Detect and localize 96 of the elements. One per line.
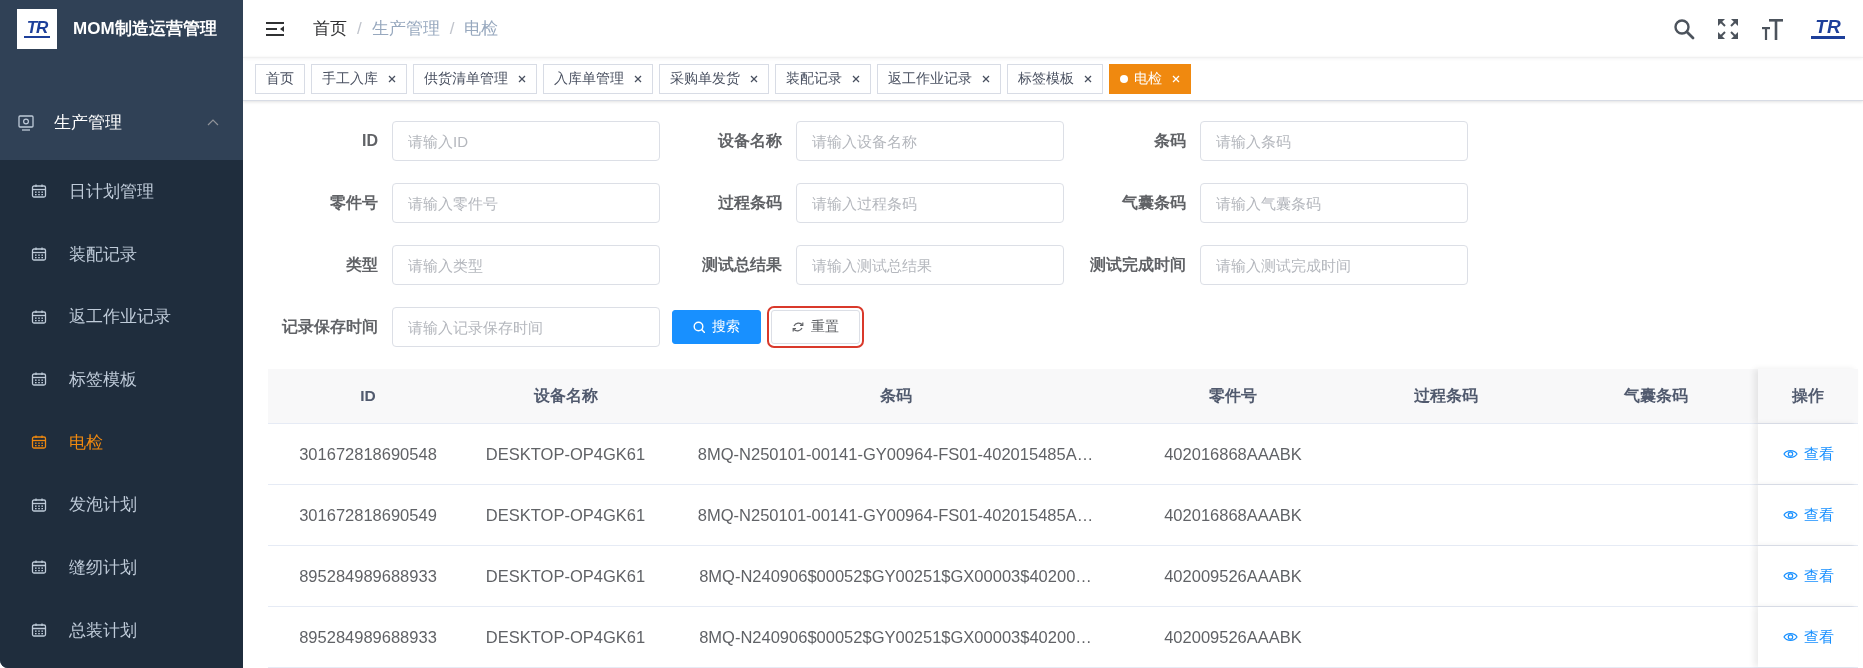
sidebar-item[interactable]: 装配记录 <box>0 222 243 286</box>
table-cell-text: 301672818690548 <box>298 443 438 465</box>
table-cell-text: 402009526AAABK <box>1163 626 1303 648</box>
column-header: 过程条码 <box>1413 385 1478 406</box>
close-icon[interactable] <box>750 75 758 83</box>
sidebar-item[interactable]: 发泡计划 <box>0 473 243 537</box>
calendar-icon <box>31 559 47 576</box>
input-field[interactable]: 请输入过程条码 <box>796 183 1064 223</box>
input-field[interactable]: 请输入测试总结果 <box>796 245 1064 285</box>
eye-icon <box>1782 448 1798 460</box>
page-tab[interactable]: 返工作业记录 <box>877 64 1001 94</box>
logo-stripe-icon <box>1811 35 1845 39</box>
field-label: 条码 <box>1153 130 1186 151</box>
column-header: 零件号 <box>1209 385 1257 406</box>
field-label: 类型 <box>345 254 378 275</box>
table-cell-text: 8MQ-N240906$00052$GY00251$GX00003$40200… <box>698 626 1093 648</box>
search-icon <box>693 321 705 333</box>
input-field[interactable]: 请输入设备名称 <box>796 121 1064 161</box>
logo: TR <box>1811 18 1845 39</box>
table-cell-text: 402009526AAABK <box>1163 565 1303 587</box>
input-field[interactable]: 请输入零件号 <box>392 183 660 223</box>
field-label: 过程条码 <box>717 192 782 213</box>
close-icon[interactable] <box>388 75 396 83</box>
logo: TR <box>17 8 57 49</box>
close-icon[interactable] <box>852 75 860 83</box>
table-cell-text: DESKTOP-OP4GK61 <box>484 565 647 587</box>
app-title: MOM制造运营管理 <box>73 18 217 40</box>
field-label: 记录保存时间 <box>280 316 378 337</box>
page-tab[interactable]: 标签模板 <box>1007 64 1103 94</box>
input-field[interactable]: 请输入类型 <box>392 245 660 285</box>
page-tab[interactable]: 采购单发货 <box>659 64 769 94</box>
sidebar-item[interactable]: 返工作业记录 <box>0 285 243 349</box>
refresh-icon <box>792 321 804 333</box>
calendar-icon <box>31 496 47 513</box>
menu-icon[interactable] <box>265 20 285 37</box>
table-cell-text: 402016868AAABK <box>1163 443 1303 465</box>
page-tab[interactable]: 入库单管理 <box>543 64 653 94</box>
page-tab[interactable]: 首页 <box>255 64 305 94</box>
eye-icon <box>1782 509 1798 521</box>
table-cell-text: 8MQ-N250101-00141-GY00964-FS01-402015485A… <box>696 504 1095 526</box>
monitor-gear-icon <box>18 114 34 131</box>
font-size-icon[interactable] <box>1761 17 1783 40</box>
table-cell-text: 895284989688933 <box>298 626 438 648</box>
search-icon[interactable] <box>1673 17 1695 40</box>
calendar-icon <box>31 622 47 639</box>
breadcrumb-link[interactable]: 首页 <box>313 17 347 40</box>
sidebar-item[interactable]: 标签模板 <box>0 348 243 411</box>
breadcrumb-separator: / <box>357 18 362 39</box>
calendar-icon <box>31 308 47 325</box>
input-field[interactable]: 请输入气囊条码 <box>1200 183 1468 223</box>
field-label: 气囊条码 <box>1121 192 1186 213</box>
field-label: ID <box>361 132 378 150</box>
calendar-icon <box>31 183 47 200</box>
table-cell-text: 8MQ-N250101-00141-GY00964-FS01-402015485A… <box>696 443 1095 465</box>
column-header: 条码 <box>879 385 912 406</box>
close-icon[interactable] <box>634 75 642 83</box>
input-field[interactable]: 请输入记录保存时间 <box>392 307 660 347</box>
field-label: 设备名称 <box>716 130 782 151</box>
table-cell-text: 895284989688933 <box>298 565 438 587</box>
eye-icon <box>1782 570 1798 582</box>
input-field[interactable]: 请输入ID <box>392 121 660 161</box>
column-header: 气囊条码 <box>1623 385 1688 406</box>
table-cell-text: 8MQ-N240906$00052$GY00251$GX00003$40200… <box>698 565 1093 587</box>
input-field[interactable]: 请输入测试完成时间 <box>1200 245 1468 285</box>
fullscreen-icon[interactable] <box>1717 17 1739 40</box>
chevron-icon <box>207 118 219 127</box>
input-field[interactable]: 请输入条码 <box>1200 121 1468 161</box>
column-header: 操作 <box>1792 385 1824 406</box>
active-dot-icon <box>1120 75 1128 83</box>
menu-group[interactable]: 生产管理 <box>0 85 243 160</box>
page-tab[interactable]: 装配记录 <box>775 64 871 94</box>
table-cell-text: 402016868AAABK <box>1163 504 1303 526</box>
column-header: ID <box>360 387 376 405</box>
page-tab[interactable]: 手工入库 <box>311 64 407 94</box>
sidebar-item[interactable]: 电检 <box>0 410 243 474</box>
table-cell-text: DESKTOP-OP4GK61 <box>484 626 647 648</box>
field-label: 零件号 <box>329 192 378 213</box>
sidebar-item[interactable]: 总装计划 <box>0 598 243 662</box>
field-label: 测试总结果 <box>701 254 782 275</box>
calendar-icon <box>31 434 47 451</box>
logo-stripe-icon <box>24 36 50 38</box>
close-icon[interactable] <box>518 75 526 83</box>
close-icon[interactable] <box>982 75 990 83</box>
field-label: 测试完成时间 <box>1089 254 1186 275</box>
page-tab[interactable]: 供货清单管理 <box>413 64 537 94</box>
sidebar-item[interactable]: 缝纫计划 <box>0 536 243 599</box>
sidebar-item[interactable]: 日计划管理 <box>0 160 243 223</box>
table-cell-text: DESKTOP-OP4GK61 <box>484 443 647 465</box>
calendar-icon <box>31 246 47 263</box>
breadcrumb-separator: / <box>449 18 455 39</box>
calendar-icon <box>31 371 47 388</box>
close-icon[interactable] <box>1084 75 1092 83</box>
column-header: 设备名称 <box>533 385 598 406</box>
table-cell-text: 301672818690549 <box>298 504 438 526</box>
table-cell-text: DESKTOP-OP4GK61 <box>484 504 647 526</box>
eye-icon <box>1782 631 1798 643</box>
